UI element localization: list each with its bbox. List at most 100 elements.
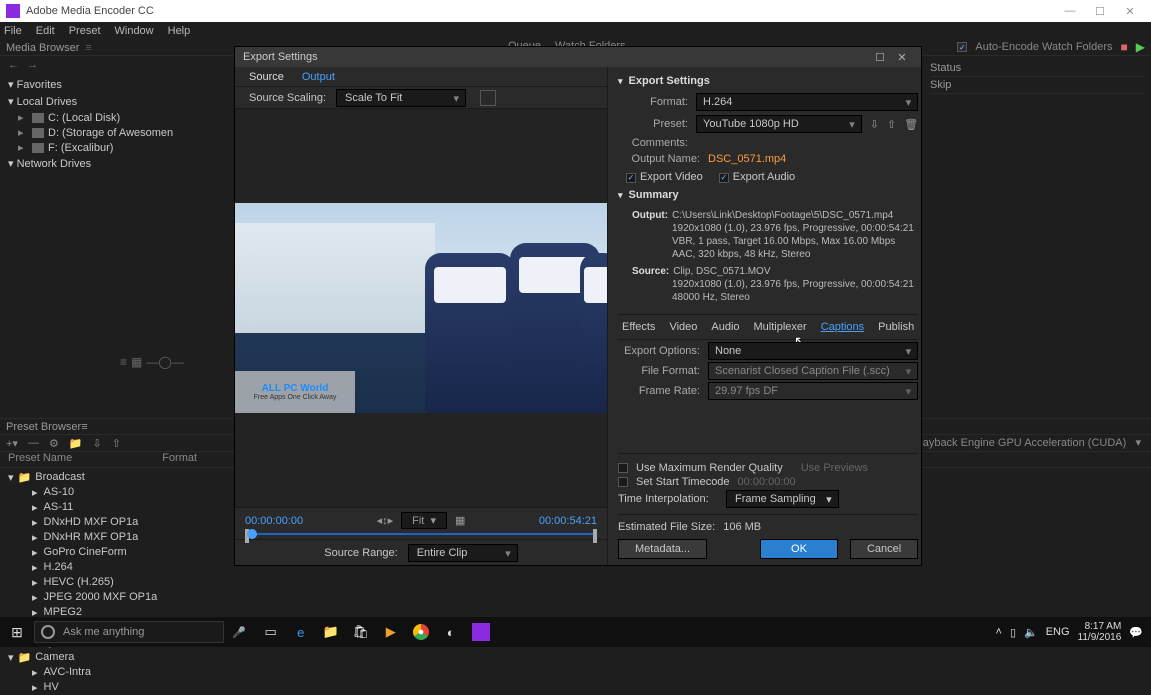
drive-c[interactable]: ▸C: (Local Disk) xyxy=(8,110,232,125)
zoom-slider[interactable]: —◯— xyxy=(146,355,183,369)
timeline-track[interactable] xyxy=(245,533,597,535)
preset-item[interactable]: ▸AVC-Intra xyxy=(8,665,1151,680)
tray-up-icon[interactable]: ˄ xyxy=(996,626,1002,638)
edge-icon[interactable]: e xyxy=(288,619,314,645)
auto-encode-checkbox[interactable]: ✓ xyxy=(957,42,967,52)
tab-publish[interactable]: Publish xyxy=(878,321,914,333)
ame-taskbar-icon[interactable] xyxy=(468,619,494,645)
new-folder-icon[interactable]: 📁 xyxy=(69,437,83,450)
zoom-fit-dropdown[interactable]: Fit ▾ xyxy=(401,512,447,529)
cancel-button[interactable]: Cancel xyxy=(850,539,918,559)
file-format-dropdown[interactable]: Scenarist Closed Caption File (.scc) xyxy=(708,362,918,380)
drive-d[interactable]: ▸D: (Storage of Awesomen xyxy=(8,125,232,140)
stop-queue-icon[interactable]: ■ xyxy=(1121,40,1128,54)
cortana-search[interactable]: Ask me anything xyxy=(34,621,224,643)
delete-preset-icon[interactable]: 🗑 xyxy=(904,118,918,131)
preview-area[interactable]: ALL PC World Free Apps One Click Away xyxy=(235,109,607,507)
movies-icon[interactable]: ▶ xyxy=(378,619,404,645)
source-range-dropdown[interactable]: Entire Clip xyxy=(408,544,518,562)
tray-volume-icon[interactable]: 🔈 xyxy=(1024,626,1038,639)
tree-favorites[interactable]: ▾ Favorites xyxy=(8,76,232,93)
preset-item[interactable]: ▸HEVC (H.265) xyxy=(8,575,1151,590)
tray-network-icon[interactable]: ▯ xyxy=(1010,626,1016,639)
summary-section[interactable]: ▾Summary xyxy=(618,189,918,201)
close-button[interactable]: ✕ xyxy=(1115,5,1145,18)
format-dropdown[interactable]: H.264 xyxy=(696,93,918,111)
dialog-maximize-icon[interactable]: ☐ xyxy=(869,51,891,64)
menu-preset[interactable]: Preset xyxy=(69,25,101,37)
use-previews-label: Use Previews xyxy=(801,462,868,474)
store-icon[interactable]: 🛍 xyxy=(348,619,374,645)
dialog-titlebar[interactable]: Export Settings ☐ ✕ xyxy=(235,47,921,67)
start-queue-icon[interactable]: ▶ xyxy=(1136,40,1145,54)
group-camera[interactable]: ▾ 📁 Camera xyxy=(8,650,1151,665)
tab-video[interactable]: Video xyxy=(669,321,697,333)
tab-multiplexer[interactable]: Multiplexer xyxy=(754,321,807,333)
source-scaling-dropdown[interactable]: Scale To Fit xyxy=(336,89,466,107)
crop-icon[interactable] xyxy=(480,90,496,106)
tree-local-drives[interactable]: ▾ Local Drives xyxy=(8,93,232,110)
start-button[interactable]: ⊞ xyxy=(0,624,34,641)
import-preset-icon[interactable]: ⇩ xyxy=(93,437,102,450)
queue-columns: Status Skip xyxy=(930,60,1145,94)
dialog-close-icon[interactable]: ✕ xyxy=(891,51,913,64)
safe-margins-icon[interactable]: ▦ xyxy=(455,514,465,527)
set-start-tc-checkbox[interactable] xyxy=(618,477,628,487)
tab-source[interactable]: Source xyxy=(249,71,284,83)
panel-menu-icon[interactable]: ≡ xyxy=(81,421,87,433)
col-name[interactable]: Preset Name xyxy=(8,452,72,467)
import-preset-icon[interactable]: ⇧ xyxy=(887,118,896,131)
aspect-icon[interactable]: ◂↕▸ xyxy=(377,514,394,527)
preset-item[interactable]: ▸JPEG 2000 MXF OP1a xyxy=(8,590,1151,605)
export-options-dropdown[interactable]: None xyxy=(708,342,918,360)
panel-menu-icon[interactable]: ≡ xyxy=(85,42,91,54)
delete-preset-icon[interactable]: — xyxy=(28,437,39,449)
preset-settings-icon[interactable]: ⚙ xyxy=(49,437,59,450)
list-view-icon[interactable]: ≡ xyxy=(120,355,127,369)
preset-label: Preset: xyxy=(618,118,696,130)
max-render-checkbox[interactable] xyxy=(618,463,628,473)
source-scaling-label: Source Scaling: xyxy=(249,92,326,104)
obs-icon[interactable]: ◐ xyxy=(438,619,464,645)
chrome-icon[interactable] xyxy=(408,619,434,645)
export-audio-check[interactable]: ✓Export Audio xyxy=(719,171,795,183)
cortana-mic-icon[interactable]: 🎤 xyxy=(232,626,246,639)
task-view-icon[interactable]: ▭ xyxy=(258,619,284,645)
drive-f[interactable]: ▸F: (Excalibur) xyxy=(8,140,232,155)
tab-effects[interactable]: Effects xyxy=(622,321,655,333)
nav-forward-icon[interactable]: → xyxy=(27,59,38,71)
export-settings-section[interactable]: ▾Export Settings xyxy=(618,75,918,87)
action-center-icon[interactable]: 💬 xyxy=(1129,626,1143,639)
out-point-handle[interactable] xyxy=(593,529,597,543)
save-preset-icon[interactable]: ⇩ xyxy=(870,118,879,131)
tab-captions[interactable]: Captions xyxy=(821,321,864,333)
tab-audio[interactable]: Audio xyxy=(711,321,739,333)
tree-network-drives[interactable]: ▾ Network Drives xyxy=(8,155,232,172)
preset-dropdown[interactable]: YouTube 1080p HD xyxy=(696,115,862,133)
tray-lang[interactable]: ENG xyxy=(1046,626,1070,638)
preset-item[interactable]: ▸HV xyxy=(8,680,1151,695)
maximize-button[interactable]: ☐ xyxy=(1085,5,1115,18)
file-explorer-icon[interactable]: 📁 xyxy=(318,619,344,645)
add-preset-icon[interactable]: +▾ xyxy=(6,437,18,450)
thumbnail-view-icon[interactable]: ▦ xyxy=(131,355,142,369)
playhead[interactable] xyxy=(247,529,257,539)
tab-output[interactable]: Output xyxy=(302,71,335,83)
minimize-button[interactable]: — xyxy=(1055,5,1085,17)
col-format[interactable]: Format xyxy=(162,452,197,467)
menu-window[interactable]: Window xyxy=(115,25,154,37)
metadata-button[interactable]: Metadata... xyxy=(618,539,707,559)
nav-back-icon[interactable]: ← xyxy=(8,59,19,71)
menu-file[interactable]: File xyxy=(4,25,22,37)
frame-rate-dropdown[interactable]: 29.97 fps DF xyxy=(708,382,918,400)
tray-clock[interactable]: 8:17 AM 11/9/2016 xyxy=(1078,621,1122,643)
export-preset-icon[interactable]: ⇧ xyxy=(112,437,121,450)
timecode-in[interactable]: 00:00:00:00 xyxy=(245,515,303,527)
output-name-link[interactable]: DSC_0571.mp4 xyxy=(708,153,786,165)
timecode-out[interactable]: 00:00:54:21 xyxy=(539,515,597,527)
menu-help[interactable]: Help xyxy=(168,25,191,37)
menu-edit[interactable]: Edit xyxy=(36,25,55,37)
export-video-check[interactable]: ✓Export Video xyxy=(626,171,703,183)
ok-button[interactable]: OK xyxy=(760,539,838,559)
time-interp-dropdown[interactable]: Frame Sampling▾ xyxy=(726,490,839,508)
